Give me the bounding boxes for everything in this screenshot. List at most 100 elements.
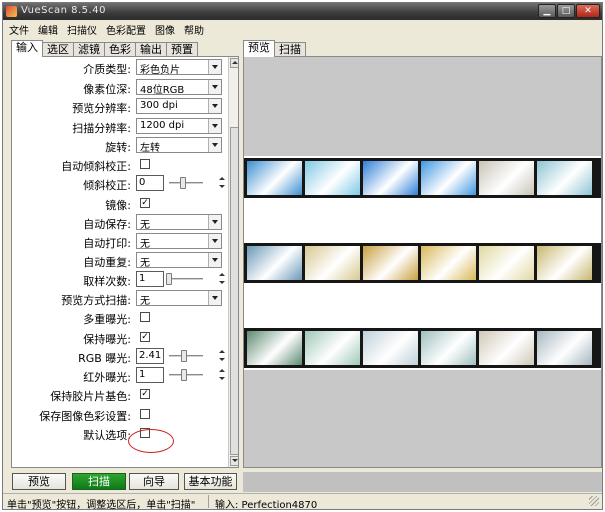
auto-print-select[interactable]: 无 — [136, 233, 222, 250]
film-frame-thumbnail[interactable] — [421, 246, 476, 280]
multi-exposure-checkbox[interactable] — [140, 312, 150, 322]
film-frame-thumbnail[interactable] — [363, 331, 418, 365]
film-frame-thumbnail[interactable] — [479, 331, 534, 365]
rgb-exposure-label: RGB 曝光: — [78, 352, 131, 365]
tab-scan[interactable]: 扫描 — [274, 42, 306, 57]
tab-output[interactable]: 输出 — [135, 42, 167, 57]
preview-area[interactable] — [243, 56, 602, 468]
spin-up-icon[interactable] — [217, 367, 226, 375]
menu-color-profile[interactable]: 色彩配置 — [106, 22, 146, 37]
close-button[interactable]: ✕ — [576, 4, 600, 18]
spin-up-icon[interactable] — [217, 271, 226, 279]
menu-edit[interactable]: 编辑 — [38, 22, 58, 37]
film-frame-thumbnail[interactable] — [363, 246, 418, 280]
film-frame-thumbnail[interactable] — [537, 246, 592, 280]
title-bar[interactable]: VueScan 8.5.40 ▁ □ ✕ — [3, 3, 602, 20]
infrared-exposure-input[interactable]: 1 — [136, 367, 164, 383]
number-of-passes-spinner[interactable] — [217, 271, 226, 287]
spin-down-icon[interactable] — [217, 183, 226, 191]
tab-preview[interactable]: 预览 — [243, 40, 275, 57]
infrared-exposure-spinner[interactable] — [217, 367, 226, 383]
chevron-down-icon[interactable] — [208, 138, 221, 152]
auto-repeat-select[interactable]: 无 — [136, 252, 222, 269]
film-frame-thumbnail[interactable] — [479, 161, 534, 195]
setting-row-scan-resolution: 扫描分辨率: 1200 dpi — [12, 118, 228, 135]
film-frame-thumbnail[interactable] — [247, 331, 302, 365]
default-options-label: 默认选项: — [83, 429, 131, 442]
tab-crop[interactable]: 选区 — [42, 42, 74, 57]
film-frame-thumbnail[interactable] — [537, 331, 592, 365]
tab-filter[interactable]: 滤镜 — [73, 42, 105, 57]
scan-button[interactable]: 扫描 — [72, 473, 126, 490]
film-frame-thumbnail[interactable] — [363, 161, 418, 195]
chevron-down-icon[interactable] — [208, 234, 221, 248]
film-frame-thumbnail[interactable] — [479, 246, 534, 280]
scroll-down-arrow-icon[interactable] — [230, 456, 238, 466]
preview-button[interactable]: 预览 — [12, 473, 66, 490]
film-frame-thumbnail[interactable] — [305, 246, 360, 280]
save-image-color-settings-checkbox[interactable] — [140, 409, 150, 419]
lock-film-base-color-checkbox[interactable]: ✓ — [140, 389, 150, 399]
infrared-exposure-slider-thumb[interactable] — [181, 369, 187, 381]
rotation-select[interactable]: 左转 — [136, 137, 222, 154]
rgb-exposure-slider-thumb[interactable] — [181, 350, 187, 362]
rgb-exposure-input[interactable]: 2.41 — [136, 348, 164, 364]
skew-spinner[interactable] — [217, 175, 226, 191]
scrollbar-thumb[interactable] — [230, 127, 238, 455]
film-frame-thumbnail[interactable] — [247, 161, 302, 195]
number-of-passes-input[interactable]: 1 — [136, 271, 164, 287]
chevron-down-icon[interactable] — [208, 215, 221, 229]
resize-grip-icon[interactable] — [589, 496, 599, 506]
film-frame-thumbnail[interactable] — [421, 331, 476, 365]
chevron-down-icon[interactable] — [208, 291, 221, 305]
basic-mode-button[interactable]: 基本功能 — [184, 473, 237, 490]
chevron-down-icon[interactable] — [208, 60, 221, 74]
spin-down-icon[interactable] — [217, 356, 226, 364]
skew-slider-thumb[interactable] — [180, 177, 186, 189]
tab-prefs[interactable]: 预置 — [166, 42, 198, 57]
film-frame-thumbnail[interactable] — [247, 246, 302, 280]
chevron-down-icon[interactable] — [208, 253, 221, 267]
auto-repeat-label: 自动重复: — [83, 256, 131, 269]
number-of-passes-slider[interactable] — [169, 278, 203, 281]
auto-skew-checkbox[interactable] — [140, 159, 150, 169]
tab-color[interactable]: 色彩 — [104, 42, 136, 57]
skew-slider[interactable] — [169, 182, 203, 185]
mirror-checkbox[interactable]: ✓ — [140, 198, 150, 208]
spin-down-icon[interactable] — [217, 375, 226, 383]
auto-skew-label: 自动倾斜校正: — [61, 160, 131, 173]
multi-exposure-label: 多重曝光: — [83, 313, 131, 326]
scan-resolution-select[interactable]: 1200 dpi — [136, 118, 222, 134]
spin-down-icon[interactable] — [217, 279, 226, 287]
film-frame-thumbnail[interactable] — [305, 161, 360, 195]
skew-input[interactable]: 0 — [136, 175, 164, 191]
chevron-down-icon[interactable] — [208, 80, 221, 94]
menu-image[interactable]: 图像 — [155, 22, 175, 37]
preview-resolution-select[interactable]: 300 dpi — [136, 98, 222, 114]
guide-button[interactable]: 向导 — [129, 473, 179, 490]
bit-depth-select[interactable]: 48位RGB — [136, 79, 222, 96]
menu-file[interactable]: 文件 — [9, 22, 29, 37]
settings-scrollbar[interactable] — [228, 57, 238, 467]
spin-up-icon[interactable] — [217, 175, 226, 183]
setting-row-auto-skew: 自动倾斜校正: — [12, 156, 228, 173]
lock-exposure-checkbox[interactable]: ✓ — [140, 332, 150, 342]
menu-scanner[interactable]: 扫描仪 — [67, 22, 97, 37]
number-of-passes-label: 取样次数: — [83, 275, 131, 288]
rgb-exposure-spinner[interactable] — [217, 348, 226, 364]
minimize-button[interactable]: ▁ — [538, 4, 556, 18]
film-frame-thumbnail[interactable] — [421, 161, 476, 195]
auto-save-select[interactable]: 无 — [136, 214, 222, 231]
film-frame-thumbnail[interactable] — [537, 161, 592, 195]
maximize-button[interactable]: □ — [557, 4, 575, 18]
number-of-passes-slider-thumb[interactable] — [166, 273, 172, 285]
preview-scan-mode-select[interactable]: 无 — [136, 290, 222, 307]
scroll-up-arrow-icon[interactable] — [230, 58, 238, 68]
spin-up-icon[interactable] — [217, 348, 226, 356]
film-frame-thumbnail[interactable] — [305, 331, 360, 365]
menu-help[interactable]: 帮助 — [184, 22, 204, 37]
media-type-select[interactable]: 彩色负片 — [136, 59, 222, 76]
chevron-down-icon[interactable] — [208, 119, 221, 133]
chevron-down-icon[interactable] — [208, 99, 221, 113]
tab-input[interactable]: 输入 — [11, 40, 43, 57]
